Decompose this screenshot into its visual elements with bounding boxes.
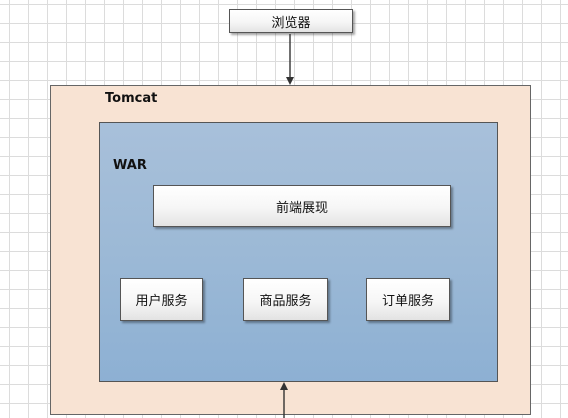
product-service-box: 商品服务 (243, 278, 328, 321)
user-service-label: 用户服务 (135, 294, 188, 309)
order-service-label: 订单服务 (381, 294, 434, 309)
frontend-box: 前端展现 (153, 185, 451, 227)
frontend-label: 前端展现 (275, 200, 328, 216)
user-service-box: 用户服务 (120, 278, 203, 321)
browser-box: 浏览器 (229, 9, 353, 33)
tomcat-label: Tomcat (105, 91, 158, 106)
browser-label: 浏览器 (271, 15, 311, 31)
war-container: WAR 前端展现 用户服务 商品服务 订单服务 (99, 122, 498, 382)
product-service-label: 商品服务 (259, 294, 312, 309)
tomcat-container: Tomcat WAR 前端展现 用户服务 商品服务 订单服务 (50, 85, 531, 415)
war-label: WAR (113, 158, 147, 173)
order-service-box: 订单服务 (366, 278, 450, 321)
